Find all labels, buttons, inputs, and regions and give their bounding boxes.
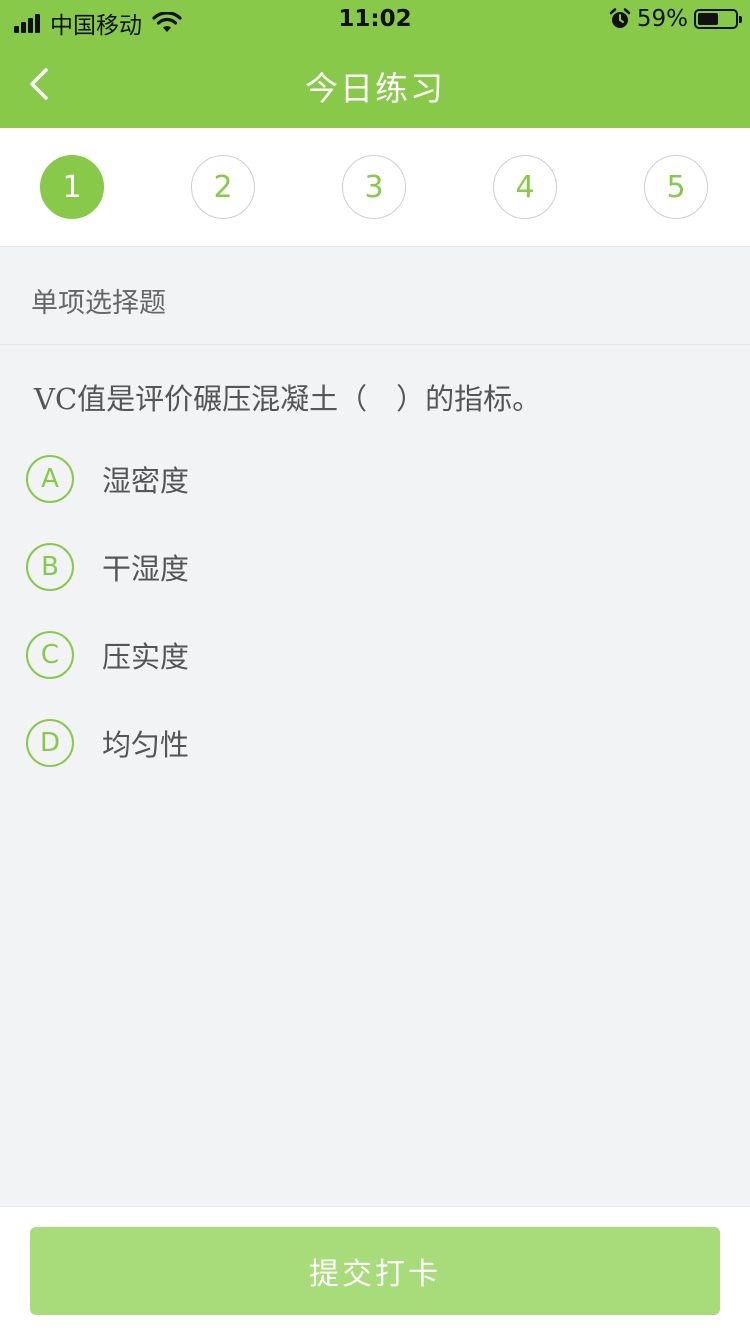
step-1[interactable]: 1 bbox=[40, 155, 104, 219]
option-letter: C bbox=[26, 631, 74, 679]
question-step-bar: 1 2 3 4 5 bbox=[0, 128, 750, 247]
page-title: 今日练习 bbox=[305, 69, 445, 108]
step-5[interactable]: 5 bbox=[644, 155, 708, 219]
submit-checkin-button[interactable]: 提交打卡 bbox=[30, 1227, 720, 1315]
option-text: 均匀性 bbox=[102, 728, 190, 762]
option-letter: A bbox=[26, 455, 74, 503]
battery-percent: 59% bbox=[636, 6, 688, 32]
alarm-icon bbox=[609, 8, 631, 28]
option-b[interactable]: B 干湿度 bbox=[26, 542, 706, 592]
question-type-header: 单项选择题 bbox=[0, 247, 750, 345]
step-4[interactable]: 4 bbox=[493, 155, 557, 219]
step-2[interactable]: 2 bbox=[191, 155, 255, 219]
option-letter: D bbox=[26, 719, 74, 767]
nav-bar: 今日练习 bbox=[0, 40, 750, 128]
option-d[interactable]: D 均匀性 bbox=[26, 718, 706, 768]
battery-icon bbox=[694, 9, 742, 29]
footer: 提交打卡 bbox=[0, 1206, 750, 1335]
option-c[interactable]: C 压实度 bbox=[26, 630, 706, 680]
status-bar: 中国移动 11:02 59% bbox=[0, 0, 750, 40]
option-text: 湿密度 bbox=[102, 464, 190, 498]
battery-fill bbox=[698, 13, 719, 25]
option-a[interactable]: A 湿密度 bbox=[26, 454, 706, 504]
question-text: VC值是评价碾压混凝土（ ）的指标。 bbox=[34, 382, 542, 416]
question-type-label: 单项选择题 bbox=[31, 288, 166, 319]
status-right: 59% bbox=[609, 6, 742, 32]
step-3[interactable]: 3 bbox=[342, 155, 406, 219]
option-letter: B bbox=[26, 543, 74, 591]
option-text: 压实度 bbox=[102, 640, 190, 674]
option-text: 干湿度 bbox=[102, 552, 190, 586]
